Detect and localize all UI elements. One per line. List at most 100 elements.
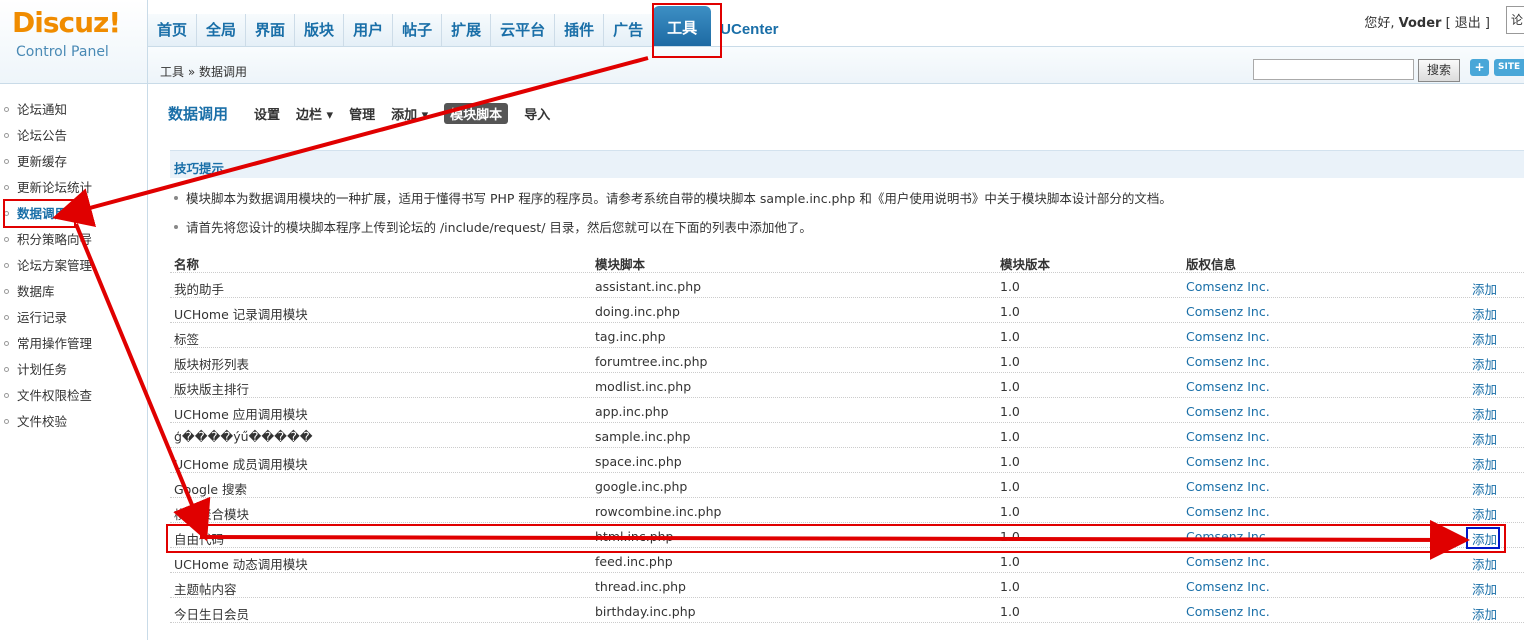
sidebar-item-announcement[interactable]: 论坛公告 [4,126,67,146]
tab-module-scripts[interactable]: 模块脚本 [444,102,509,124]
add-link[interactable]: 添加 [1472,579,1497,598]
table-row: 我的助手 assistant.inc.php 1.0 Comsenz Inc. 添加 [170,273,1524,298]
nav-tab-interface[interactable]: 界面 [246,14,296,46]
tips-title: 技巧提示 [174,161,225,176]
table-row: 今日生日会员 birthday.inc.php 1.0 Comsenz Inc. 添加 [170,598,1524,623]
sidebar-item-label: 文件校验 [17,414,68,429]
add-link[interactable]: 添加 [1472,554,1497,573]
site-map-button[interactable]: SITE [1494,59,1524,76]
logo[interactable]: Discuz! Control Panel [0,0,148,84]
nav-tab-ads[interactable]: 广告 [604,14,654,46]
cell-copyright[interactable]: Comsenz Inc. [1186,404,1270,419]
nav-tab-forums[interactable]: 版块 [295,14,345,46]
sidebar-item-update-stats[interactable]: 更新论坛统计 [4,178,92,198]
annotation-box-add-link [1466,527,1500,549]
cell-script: modlist.inc.php [595,379,692,394]
main-content: 数据调用 设置 边栏 ▾ 管理 添加 ▾ 模块脚本 导入 技巧提示 模块脚本为数… [168,84,1524,640]
cell-version: 1.0 [1000,454,1020,469]
nav-tab-extend[interactable]: 扩展 [442,14,492,46]
cell-copyright[interactable]: Comsenz Inc. [1186,429,1270,444]
add-link[interactable]: 添加 [1472,329,1497,348]
tab-add[interactable]: 添加 ▾ [391,104,428,123]
add-link[interactable]: 添加 [1472,354,1497,373]
bullet-icon [4,237,9,242]
add-link[interactable]: 添加 [1472,604,1497,623]
sidebar-item-cron[interactable]: 计划任务 [4,360,67,380]
sidebar-item-database[interactable]: 数据库 [4,282,55,302]
cell-version: 1.0 [1000,429,1020,444]
sidebar-item-credit-wizard[interactable]: 积分策略向导 [4,230,92,250]
cell-copyright[interactable]: Comsenz Inc. [1186,354,1270,369]
cell-copyright[interactable]: Comsenz Inc. [1186,329,1270,344]
add-link[interactable]: 添加 [1472,279,1497,298]
tip-text: 模块脚本为数据调用模块的一种扩展，适用于懂得书写 PHP 程序的程序员。请参考系… [186,191,1172,206]
sidebar-item-label: 论坛公告 [17,128,68,143]
greeting: 您好, [1364,16,1395,31]
cell-script: doing.inc.php [595,304,680,319]
add-link[interactable]: 添加 [1472,379,1497,398]
sidebar-item-file-check[interactable]: 文件校验 [4,412,67,432]
tab-manage[interactable]: 管理 [349,104,375,123]
search-button[interactable]: 搜索 [1418,59,1460,82]
add-link[interactable]: 添加 [1472,479,1497,498]
top-search-select[interactable]: 论 [1506,6,1524,34]
nav-tab-users[interactable]: 用户 [344,14,394,46]
cell-version: 1.0 [1000,504,1020,519]
sidebar-item-label: 常用操作管理 [17,336,93,351]
sub-bar: 工具 » 数据调用 搜索 + SITE [148,46,1524,84]
add-link[interactable]: 添加 [1472,429,1497,448]
tab-settings[interactable]: 设置 [254,104,280,123]
bullet-icon [174,196,178,200]
bullet-icon [4,263,9,268]
bullet-icon [4,159,9,164]
cell-copyright[interactable]: Comsenz Inc. [1186,454,1270,469]
cell-name: UCHome 成员调用模块 [174,457,308,472]
add-link[interactable]: 添加 [1472,404,1497,423]
nav-tab-home[interactable]: 首页 [148,14,198,46]
sidebar-item-update-cache[interactable]: 更新缓存 [4,152,67,172]
logout-link[interactable]: [ 退出 ] [1446,16,1490,31]
sidebar-item-file-perms[interactable]: 文件权限检查 [4,386,92,406]
cell-copyright[interactable]: Comsenz Inc. [1186,279,1270,294]
cell-copyright[interactable]: Comsenz Inc. [1186,554,1270,569]
bullet-icon [4,341,9,346]
nav-tab-global[interactable]: 全局 [197,14,247,46]
sidebar-item-label: 积分策略向导 [17,232,93,247]
logo-subtitle: Control Panel [16,44,109,60]
nav-tab-plugins[interactable]: 插件 [555,14,605,46]
tab-sidebar[interactable]: 边栏 ▾ [296,104,333,123]
cell-name: UCHome 动态调用模块 [174,557,308,572]
nav-tab-posts[interactable]: 帖子 [393,14,443,46]
sidebar-item-common-ops[interactable]: 常用操作管理 [4,334,92,354]
annotation-box-free-code-row [166,524,1506,553]
sidebar-item-forum-notice[interactable]: 论坛通知 [4,100,67,120]
search-input[interactable] [1253,59,1414,80]
sidebar-item-run-log[interactable]: 运行记录 [4,308,67,328]
add-shortcut-button[interactable]: + [1470,59,1489,76]
add-link[interactable]: 添加 [1472,304,1497,323]
cell-copyright[interactable]: Comsenz Inc. [1186,379,1270,394]
cell-script: tag.inc.php [595,329,666,344]
bullet-icon [4,315,9,320]
cell-copyright[interactable]: Comsenz Inc. [1186,304,1270,319]
sidebar-item-label: 运行记录 [17,310,68,325]
bullet-icon [174,225,178,229]
table-header: 名称 模块脚本 模块版本 版权信息 [170,248,1524,273]
cell-copyright[interactable]: Comsenz Inc. [1186,504,1270,519]
cell-copyright[interactable]: Comsenz Inc. [1186,479,1270,494]
tab-import[interactable]: 导入 [524,104,550,123]
sidebar-item-label: 数据库 [17,284,55,299]
add-link[interactable]: 添加 [1472,454,1497,473]
cell-script: assistant.inc.php [595,279,702,294]
cell-copyright[interactable]: Comsenz Inc. [1186,604,1270,619]
sidebar-item-label: 文件权限检查 [17,388,93,403]
cell-copyright[interactable]: Comsenz Inc. [1186,579,1270,594]
sidebar-item-forum-scheme[interactable]: 论坛方案管理 [4,256,92,276]
cell-name: 版块树形列表 [174,357,250,372]
cell-name: 版块版主排行 [174,382,250,397]
nav-tab-ucenter[interactable]: UCenter [711,14,787,46]
page-title: 数据调用 [168,104,229,123]
nav-tab-cloud[interactable]: 云平台 [491,14,556,46]
cell-name: UCHome 记录调用模块 [174,307,308,322]
add-link[interactable]: 添加 [1472,504,1497,523]
